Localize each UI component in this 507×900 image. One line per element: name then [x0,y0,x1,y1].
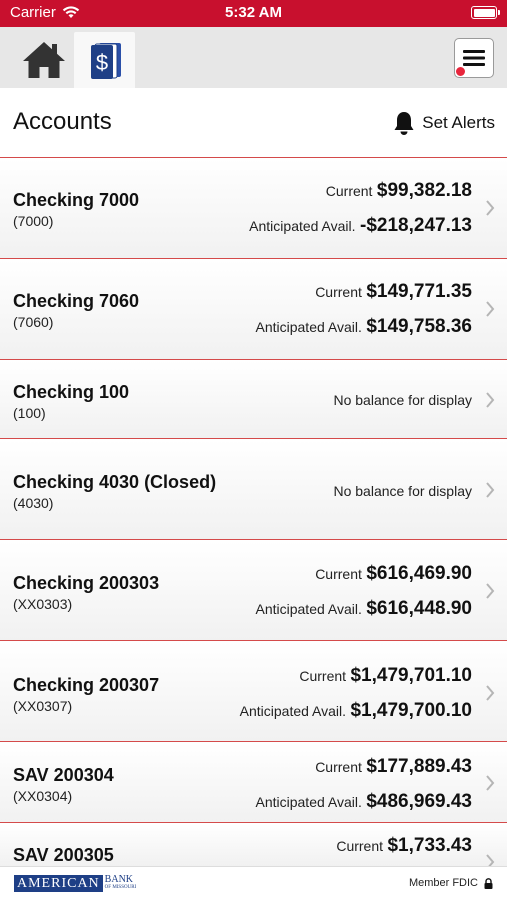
chevron-right-icon [486,854,495,866]
account-row[interactable]: Checking 200303 (XX0303) Current $616,46… [0,541,507,641]
account-row[interactable]: Checking 100 (100) No balance for displa… [0,361,507,439]
set-alerts-label: Set Alerts [422,113,495,132]
current-balance: Current $1,479,701.10 [299,665,472,687]
account-row[interactable]: Checking 7060 (7060) Current $149,771.35… [0,260,507,360]
current-balance: Current $99,382.18 [326,180,472,202]
logo-sub-text: OF MISSOURI [104,884,137,890]
anticipated-amount: -$218,247.13 [360,215,472,236]
chevron-right-icon [486,301,495,317]
account-row[interactable]: Checking 4030 (Closed) (4030) No balance… [0,440,507,540]
svg-text:$: $ [95,50,107,75]
set-alerts-button[interactable]: Set Alerts [393,111,495,135]
clock: 5:32 AM [225,4,282,21]
account-row[interactable]: Checking 7000 (7000) Current $99,382.18 … [0,159,507,259]
anticipated-amount: $1,479,700.10 [350,700,472,721]
logo-bank-text: BANK [104,873,134,885]
current-balance: Current $1,733.43 [336,835,472,857]
tab-accounts[interactable]: $ [74,32,135,88]
chevron-right-icon [486,392,495,408]
account-number: (4030) [13,495,54,511]
page-title: Accounts [13,108,112,135]
chevron-right-icon [486,775,495,791]
current-balance: Current $149,771.35 [315,281,472,303]
tab-home[interactable] [13,32,74,88]
lock-icon [484,877,493,889]
dollar-cards-icon: $ [90,43,121,79]
account-row[interactable]: SAV 200305 Current $1,733.43 [0,824,507,866]
account-number: (7060) [13,314,54,330]
anticipated-balance: Anticipated Avail. $486,969.43 [256,791,473,813]
notification-badge [455,66,466,77]
bank-logo: AMERICAN BANK OF MISSOURI [14,873,137,892]
account-name: Checking 7060 [13,291,140,311]
current-balance: Current $616,469.90 [315,563,472,585]
account-row[interactable]: SAV 200304 (XX0304) Current $177,889.43 … [0,743,507,823]
current-amount: $149,771.35 [366,281,472,302]
chevron-right-icon [486,482,495,498]
anticipated-amount: $486,969.43 [366,791,472,812]
current-label: Current [325,183,373,199]
account-number: (100) [13,405,46,421]
current-label: Current [315,759,362,775]
top-tab-bar: $ [0,27,507,88]
account-name: Checking 4030 (Closed) [13,472,217,492]
bell-icon [394,112,414,135]
account-name: SAV 200305 [13,845,114,865]
hamburger-icon [463,50,485,66]
account-name: Checking 200307 [13,675,160,695]
anticipated-amount: $616,448.90 [366,598,472,619]
account-number: (7000) [13,213,54,229]
anticipated-balance: Anticipated Avail. $616,448.90 [256,598,473,620]
current-amount: $1,479,701.10 [350,665,472,686]
account-name: Checking 200303 [13,573,160,593]
current-label: Current [315,566,362,582]
anticipated-balance: Anticipated Avail. -$218,247.13 [249,215,472,237]
anticipated-label: Anticipated Avail. [249,218,356,234]
current-label: Current [315,284,362,300]
account-number: (XX0304) [13,788,73,804]
fdic-notice: Member FDIC [409,877,493,889]
current-amount: $1,733.43 [387,835,472,856]
account-name: Checking 100 [13,382,130,402]
account-number: (XX0303) [13,596,73,612]
status-bar: Carrier 5:32 AM [0,0,507,27]
account-name: SAV 200304 [13,765,114,785]
house-icon [22,42,65,78]
logo-wordmark: AMERICAN [14,875,103,892]
fdic-label: Member FDIC [408,877,478,889]
anticipated-label: Anticipated Avail. [255,319,362,335]
current-balance: Current $177,889.43 [315,756,472,778]
no-balance-text: No balance for display [333,392,472,408]
footer: AMERICAN BANK OF MISSOURI Member FDIC [0,866,507,900]
no-balance-text: No balance for display [333,483,472,499]
logo-bank: BANK OF MISSOURI [104,873,137,892]
chevron-right-icon [486,583,495,599]
battery-icon [471,6,500,19]
current-label: Current [336,838,384,854]
anticipated-label: Anticipated Avail. [255,794,362,810]
anticipated-balance: Anticipated Avail. $149,758.36 [256,316,473,338]
page-header: Accounts Set Alerts [0,88,507,158]
account-name: Checking 7000 [13,190,140,210]
current-amount: $177,889.43 [366,756,472,777]
current-label: Current [299,668,347,684]
chevron-right-icon [486,685,495,701]
chevron-right-icon [486,200,495,216]
account-number: (XX0307) [13,698,73,714]
anticipated-balance: Anticipated Avail. $1,479,700.10 [240,700,472,722]
anticipated-label: Anticipated Avail. [239,703,347,719]
account-row[interactable]: Checking 200307 (XX0307) Current $1,479,… [0,642,507,742]
current-amount: $616,469.90 [366,563,472,584]
anticipated-amount: $149,758.36 [366,316,472,337]
anticipated-label: Anticipated Avail. [255,601,362,617]
current-amount: $99,382.18 [376,180,472,201]
